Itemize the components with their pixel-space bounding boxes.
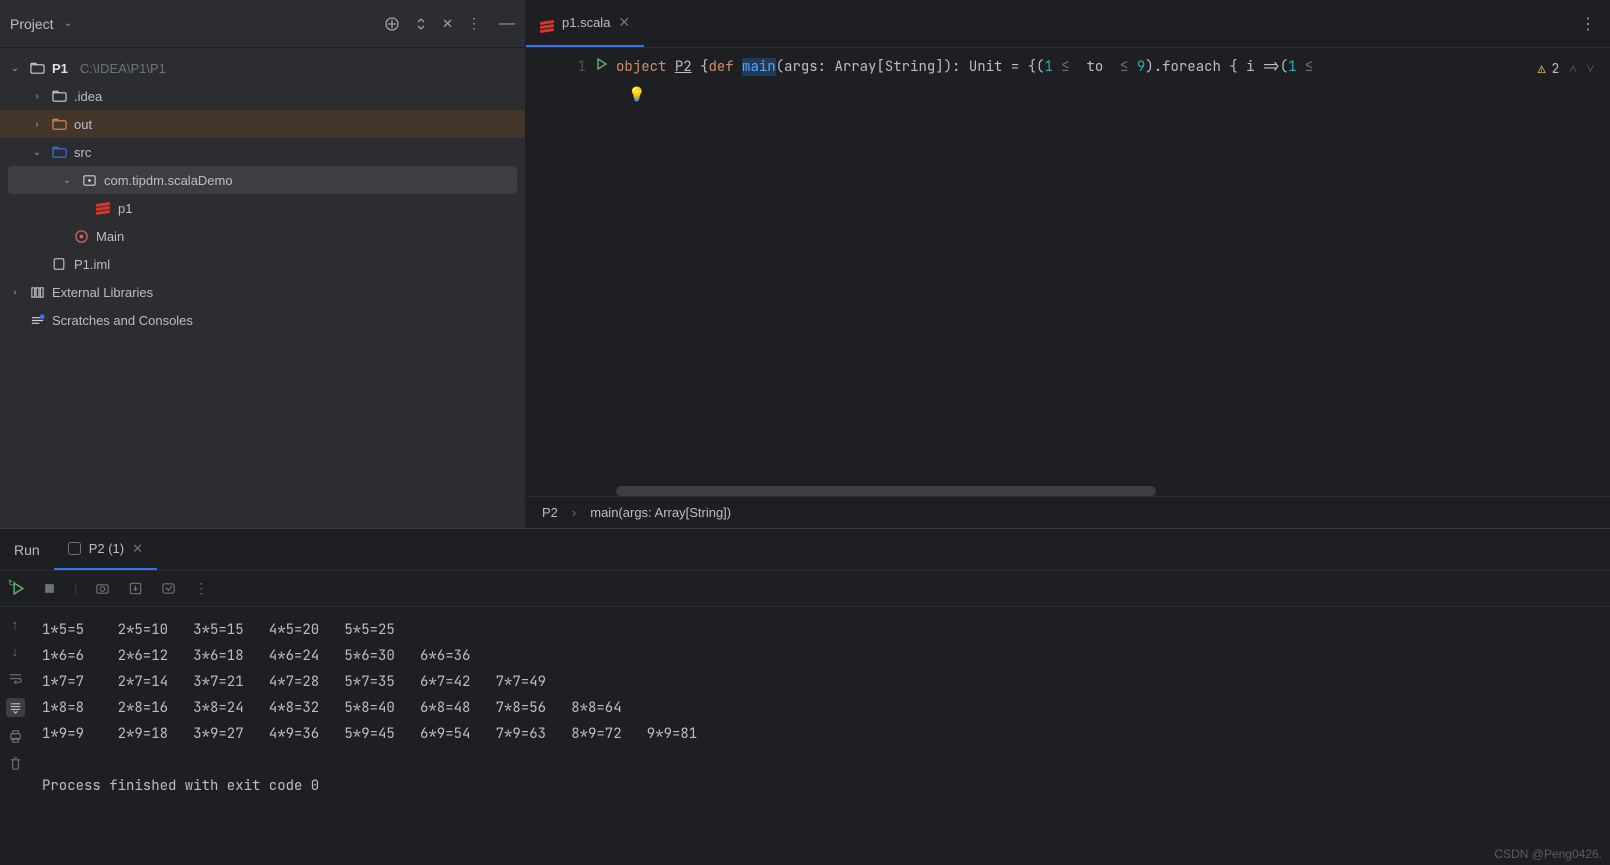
object-icon bbox=[72, 229, 90, 244]
run-tab[interactable]: P2 (1) ✕ bbox=[54, 529, 157, 570]
tree-item-label: Main bbox=[96, 229, 124, 244]
more-options-icon[interactable]: ⋮ bbox=[467, 15, 481, 32]
tree-item-scratches[interactable]: · Scratches and Consoles bbox=[0, 306, 525, 334]
export-icon[interactable] bbox=[128, 581, 143, 596]
run-toolbar: ↻ | ⋮ bbox=[0, 571, 1610, 607]
tree-item-label: p1 bbox=[118, 201, 132, 216]
more-options-icon[interactable]: ⋮ bbox=[1580, 16, 1596, 33]
scala-file-icon bbox=[540, 12, 554, 34]
tree-item-label: P1.iml bbox=[74, 257, 110, 272]
tree-item-label: .idea bbox=[74, 89, 102, 104]
warning-icon: ⚠ bbox=[1538, 60, 1546, 77]
run-gutter-icon[interactable] bbox=[596, 58, 608, 70]
tree-item-src[interactable]: ⌄ src bbox=[0, 138, 525, 166]
tree-item-iml[interactable]: · P1.iml bbox=[0, 250, 525, 278]
editor-tab-p1[interactable]: p1.scala ✕ bbox=[526, 0, 644, 47]
intention-bulb-icon[interactable]: 💡 bbox=[628, 86, 645, 104]
trash-icon[interactable] bbox=[8, 756, 23, 771]
run-header-label: Run bbox=[0, 542, 54, 558]
select-opened-file-icon[interactable] bbox=[384, 16, 400, 32]
breadcrumb-separator: › bbox=[572, 505, 576, 520]
chevron-down-icon: ⌄ bbox=[60, 175, 74, 186]
more-options-icon[interactable]: ⋮ bbox=[194, 580, 208, 597]
tree-item-p1[interactable]: · p1 bbox=[0, 194, 525, 222]
folder-icon bbox=[50, 89, 68, 104]
down-arrow-icon[interactable]: ↓ bbox=[12, 644, 19, 659]
watermark: CSDN @Peng0426. bbox=[1494, 847, 1602, 861]
soft-wrap-icon[interactable] bbox=[8, 671, 23, 686]
libraries-icon bbox=[28, 285, 46, 300]
project-panel-header: Project ⌄ ✕ ⋮ — bbox=[0, 0, 525, 48]
screenshot-icon[interactable] bbox=[95, 581, 110, 596]
console-output[interactable]: 1*5=5 2*5=10 3*5=15 4*5=20 5*5=25 1*6=6 … bbox=[30, 607, 1610, 865]
up-arrow-icon[interactable]: ↑ bbox=[12, 617, 19, 632]
tree-item-label: Scratches and Consoles bbox=[52, 313, 193, 328]
run-config-icon bbox=[68, 542, 81, 555]
chevron-down-icon: ⌄ bbox=[64, 18, 72, 29]
scala-file-icon bbox=[94, 201, 112, 215]
project-path: C:\IDEA\P1\P1 bbox=[80, 61, 166, 76]
close-panel-icon[interactable]: ✕ bbox=[442, 16, 453, 32]
run-header: Run P2 (1) ✕ bbox=[0, 529, 1610, 571]
line-number: 1 bbox=[578, 58, 586, 76]
tree-item-idea[interactable]: › .idea bbox=[0, 82, 525, 110]
breadcrumb-item[interactable]: P2 bbox=[542, 505, 558, 520]
run-tool-window: Run P2 (1) ✕ ↻ | ⋮ ↑ ↓ bbox=[0, 528, 1610, 865]
project-panel: Project ⌄ ✕ ⋮ — ⌄ P1 bbox=[0, 0, 526, 528]
chevron-down-icon: ⌄ bbox=[8, 63, 22, 74]
next-highlight-icon[interactable]: ˅ bbox=[1587, 60, 1594, 77]
tree-item-label: External Libraries bbox=[52, 285, 153, 300]
horizontal-scrollbar[interactable] bbox=[616, 486, 1610, 496]
expand-collapse-icon[interactable] bbox=[414, 17, 428, 31]
editor-tab-label: p1.scala bbox=[562, 15, 610, 30]
inspection-indicator[interactable]: ⚠ 2 ˄ ˅ bbox=[1538, 60, 1594, 77]
scrollbar-thumb[interactable] bbox=[616, 486, 1156, 496]
source-folder-icon bbox=[50, 145, 68, 160]
tree-item-label: com.tipdm.scalaDemo bbox=[104, 173, 233, 188]
scratches-icon bbox=[28, 313, 46, 328]
tree-item-label: src bbox=[74, 145, 91, 160]
tree-item-out[interactable]: › out bbox=[0, 110, 525, 138]
editor-tabs: p1.scala ✕ ⋮ bbox=[526, 0, 1610, 48]
close-tab-icon[interactable]: ✕ bbox=[132, 541, 143, 557]
project-name: P1 bbox=[52, 61, 68, 76]
project-dropdown[interactable]: Project ⌄ bbox=[10, 16, 72, 32]
close-tab-icon[interactable]: ✕ bbox=[618, 14, 630, 31]
tree-item-package[interactable]: ⌄ com.tipdm.scalaDemo bbox=[8, 166, 517, 194]
code-area[interactable]: object P2 {def main(args: Array[String])… bbox=[616, 48, 1610, 496]
chevron-right-icon: › bbox=[30, 91, 44, 102]
prev-highlight-icon[interactable]: ˄ bbox=[1569, 60, 1576, 77]
breadcrumb: P2 › main(args: Array[String]) bbox=[526, 496, 1610, 528]
project-tree: ⌄ P1 C:\IDEA\P1\P1 › .idea › out bbox=[0, 48, 525, 334]
tree-item-label: out bbox=[74, 117, 92, 132]
minimize-icon[interactable]: — bbox=[499, 15, 515, 33]
warning-count: 2 bbox=[1552, 60, 1560, 77]
code-editor[interactable]: 1 object P2 {def main(args: Array[String… bbox=[526, 48, 1610, 496]
project-panel-title: Project bbox=[10, 16, 54, 32]
folder-icon bbox=[50, 117, 68, 132]
module-file-icon bbox=[50, 257, 68, 271]
chevron-right-icon: › bbox=[30, 119, 44, 130]
run-tab-label: P2 (1) bbox=[89, 541, 124, 556]
editor-panel: p1.scala ✕ ⋮ 1 object P2 {def main(args:… bbox=[526, 0, 1610, 528]
breadcrumb-item[interactable]: main(args: Array[String]) bbox=[590, 505, 731, 520]
tree-root[interactable]: ⌄ P1 C:\IDEA\P1\P1 bbox=[0, 54, 525, 82]
layout-icon[interactable] bbox=[161, 581, 176, 596]
chevron-down-icon: ⌄ bbox=[30, 147, 44, 158]
project-folder-icon bbox=[28, 61, 46, 76]
package-icon bbox=[80, 173, 98, 188]
print-icon[interactable] bbox=[8, 729, 23, 744]
scroll-to-end-icon[interactable] bbox=[6, 698, 25, 717]
rerun-button[interactable]: ↻ bbox=[12, 582, 25, 595]
tree-item-external-libraries[interactable]: › External Libraries bbox=[0, 278, 525, 306]
code-line: object P2 {def main(args: Array[String])… bbox=[616, 58, 1610, 76]
console-gutter: ↑ ↓ bbox=[0, 607, 30, 865]
editor-gutter: 1 bbox=[526, 48, 616, 496]
chevron-right-icon: › bbox=[8, 287, 22, 298]
tree-item-main[interactable]: · Main bbox=[0, 222, 525, 250]
stop-button[interactable] bbox=[43, 582, 56, 595]
